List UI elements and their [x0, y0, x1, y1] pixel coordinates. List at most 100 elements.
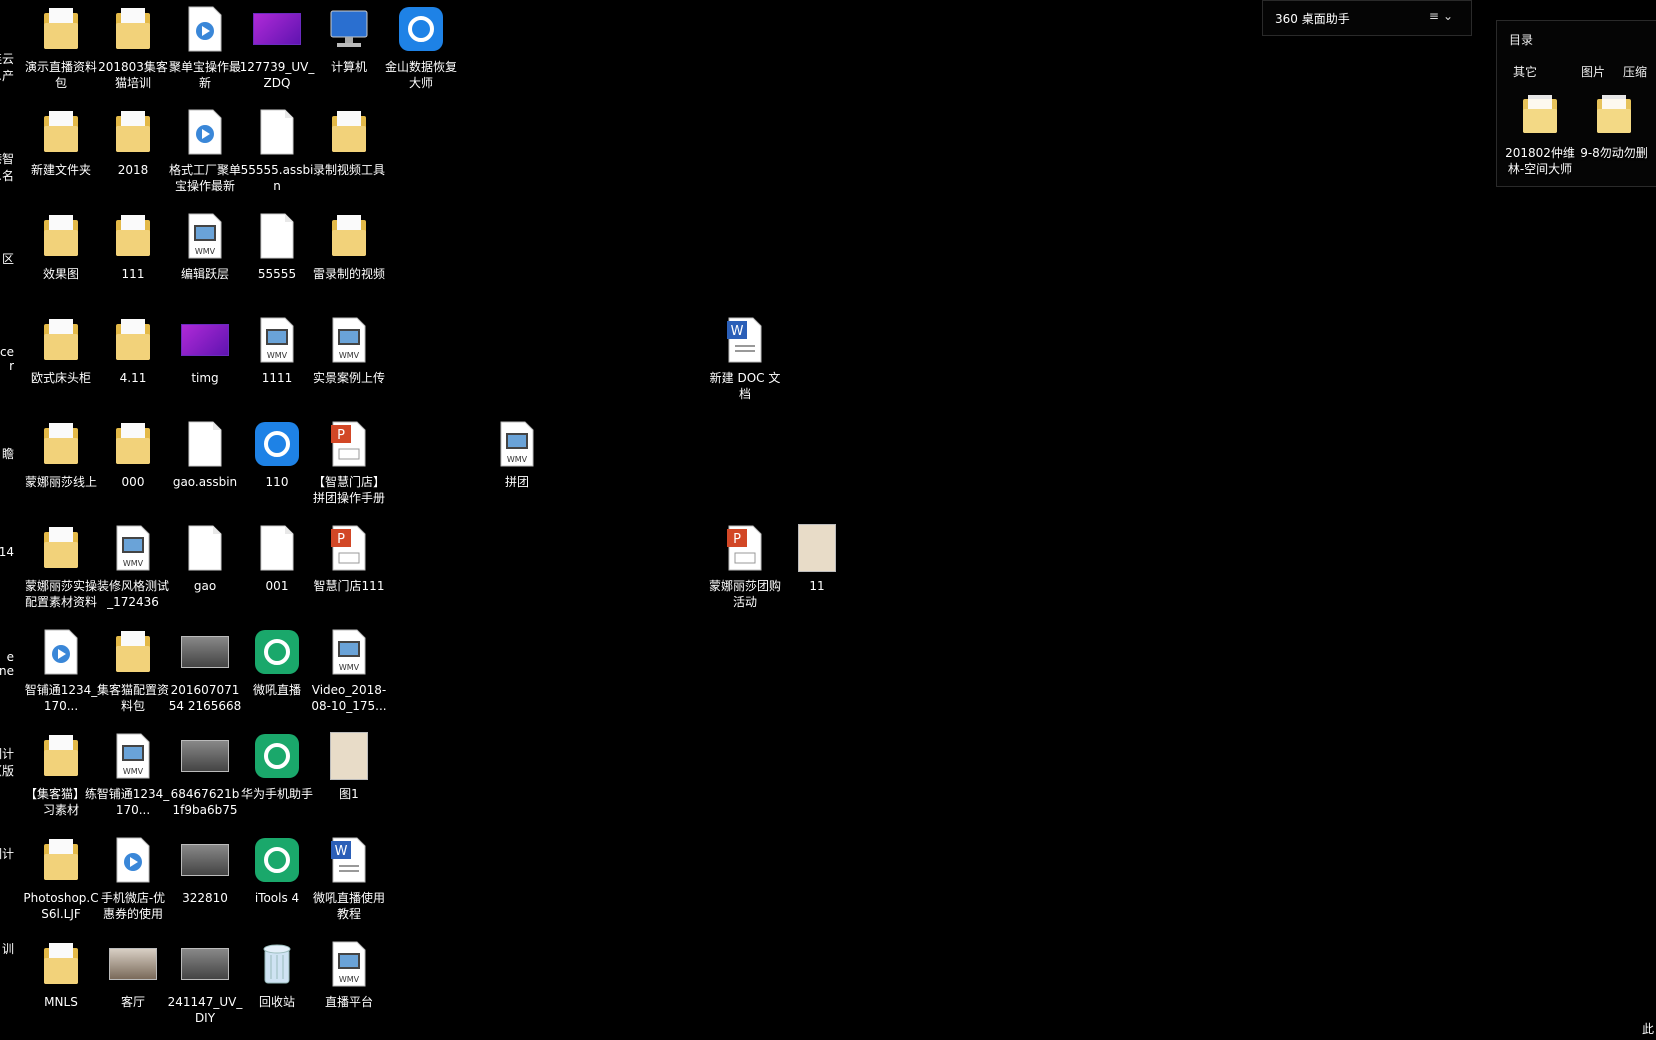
desktop-icon[interactable]: 金山数据恢复大师 [384, 5, 458, 105]
tab-other[interactable]: 其它 [1513, 63, 1537, 80]
desktop-icon[interactable]: W 新建 DOC 文档 [708, 316, 782, 416]
desktop-icon[interactable]: 蒙娜丽莎实操配置素材资料 [24, 524, 98, 624]
desktop-icon[interactable]: 雷录制的视频 [312, 212, 386, 312]
desktop-icon[interactable]: 录制视频工具 [312, 108, 386, 208]
desktop-icon-label: 新建 DOC 文档 [709, 371, 781, 401]
desktop-icon[interactable]: W 微吼直播使用教程 [312, 836, 386, 936]
directory-item[interactable]: 201802仲维林-空间大师 [1503, 91, 1577, 191]
desktop-icon[interactable]: 001 [240, 524, 314, 624]
desktop-icon-label: 55555.assbin [240, 163, 314, 193]
desktop-icon[interactable]: 演示直播资料包 [24, 5, 98, 105]
desktop-icon[interactable]: 图1 [312, 732, 386, 832]
desktop-icon[interactable]: 微吼直播 [240, 628, 314, 728]
svg-text:WMV: WMV [195, 247, 216, 256]
desktop-icon[interactable]: 【集客猫】练习素材 [24, 732, 98, 832]
desktop-icon[interactable]: 241147_UV_DIY [168, 940, 242, 1040]
desktop-icon[interactable]: 2018 [96, 108, 170, 208]
wmv-icon: WMV [109, 524, 157, 572]
desktop-icon[interactable]: 127739_UV_ZDQ [240, 5, 314, 105]
desktop-icon[interactable]: timg [168, 316, 242, 416]
desktop-icon[interactable]: P 【智慧门店】拼团操作手册 [312, 420, 386, 520]
desktop-icon[interactable]: 客厅 [96, 940, 170, 1040]
desktop-icon-label: 智慧门店111 [313, 579, 385, 593]
desktop-icon-label: 55555 [257, 267, 297, 281]
desktop-icon[interactable]: 欧式床头柜 [24, 316, 98, 416]
media-icon [181, 5, 229, 53]
desktop-icon[interactable]: gao [168, 524, 242, 624]
desktop-icon[interactable]: P 智慧门店111 [312, 524, 386, 624]
app-icon [253, 732, 301, 780]
desktop-icon-label: 聚单宝操作最新 [168, 60, 241, 90]
desktop-icon-label: 效果图 [42, 267, 79, 281]
menu-icon[interactable]: ≡⌄ [1429, 9, 1457, 23]
desktop-icon[interactable]: 聚单宝操作最新 [168, 5, 242, 105]
desktop-helper-bar[interactable]: 360 桌面助手 ≡⌄ [1262, 0, 1472, 36]
edge-icon-label: e ne [0, 650, 14, 678]
ppt-icon: P [325, 524, 373, 572]
svg-text:P: P [337, 428, 345, 443]
desktop-icon[interactable]: P 蒙娜丽莎团购活动 [708, 524, 782, 624]
desktop-icon[interactable]: 4.11 [96, 316, 170, 416]
desktop-icon[interactable]: WMV 1111 [240, 316, 314, 416]
desktop-icon[interactable]: WMV 智铺通1234_170... [96, 732, 170, 832]
desktop-icon[interactable]: 新建文件夹 [24, 108, 98, 208]
tab-images[interactable]: 图片 [1581, 63, 1605, 80]
desktop-icon[interactable]: WMV 直播平台 [312, 940, 386, 1040]
desktop-icon[interactable]: iTools 4 [240, 836, 314, 936]
desktop-icon[interactable]: 格式工厂聚单宝操作最新 [168, 108, 242, 208]
desktop-icon-label: 322810 [182, 891, 228, 905]
desktop-icon[interactable]: WMV 编辑跃层 [168, 212, 242, 312]
desktop-icon[interactable]: Photoshop.CS6l.LJF [23, 836, 99, 936]
desktop-icon[interactable]: 000 [96, 420, 170, 520]
desktop-icon[interactable]: 55555 [240, 212, 314, 312]
desktop-icon[interactable]: 回收站 [240, 940, 314, 1040]
desktop-icon[interactable]: WMV 实景案例上传 [312, 316, 386, 416]
edge-icon-label: 训 [1, 942, 14, 956]
directory-item[interactable]: 9-8勿动勿删 [1577, 91, 1651, 191]
desktop-icon[interactable]: 322810 [168, 836, 242, 936]
svg-text:P: P [337, 532, 345, 547]
desktop-icon[interactable]: 集客猫配置资料包 [96, 628, 170, 728]
image-icon [793, 524, 841, 572]
desktop-icon[interactable]: 智铺通1234_170... [24, 628, 98, 728]
folder-icon [37, 732, 85, 780]
tab-compressed[interactable]: 压缩 [1623, 63, 1647, 80]
desktop-icon-label: 演示直播资料包 [24, 60, 97, 90]
image-thumbnail [181, 740, 229, 772]
image-icon [181, 836, 229, 884]
computer-icon [325, 5, 373, 53]
desktop-icon-label: 录制视频工具 [312, 163, 385, 177]
desktop-icon[interactable]: 20160707154 21656683 [168, 628, 242, 728]
desktop-icon[interactable]: 68467621b1f9ba6b753... [168, 732, 242, 832]
desktop-icon[interactable]: WMV 装修风格测试_172436 [96, 524, 170, 624]
recycle-icon [253, 940, 301, 988]
desktop-icon-label: 001 [265, 579, 289, 593]
desktop-icon[interactable]: 计算机 [312, 5, 386, 105]
ppt-icon: P [721, 524, 769, 572]
file-icon [181, 524, 229, 572]
desktop-icon[interactable]: 201803集客猫培训 [96, 5, 170, 105]
desktop-icon-label: 【集客猫】练习素材 [24, 787, 97, 817]
desktop-icon[interactable]: 华为手机助手 [240, 732, 314, 832]
desktop-icon[interactable]: WMV 拼团 [480, 420, 554, 520]
directory-box[interactable]: 目录 其它 图片 压缩 201802仲维林-空间大师 9-8勿动勿删 [1496, 20, 1656, 187]
folder-icon [1516, 91, 1564, 139]
desktop-icon[interactable]: 蒙娜丽莎线上 [24, 420, 98, 520]
desktop-icon-label: 手机微店-优惠券的使用 [100, 891, 166, 921]
desktop-icon[interactable]: 效果图 [24, 212, 98, 312]
desktop-icon-label: 110 [265, 475, 289, 489]
folder-icon [325, 212, 373, 260]
image-icon [109, 940, 157, 988]
desktop-icon-label: MNLS [44, 995, 78, 1009]
folder-icon [37, 524, 85, 572]
desktop-icon-label: 000 [121, 475, 145, 489]
desktop-icon[interactable]: 手机微店-优惠券的使用 [96, 836, 170, 936]
desktop-icon-label: 241147_UV_DIY [167, 995, 243, 1025]
desktop-icon[interactable]: MNLS [24, 940, 98, 1040]
desktop-icon[interactable]: 111 [96, 212, 170, 312]
desktop-icon[interactable]: WMV Video_2018-08-10_175... [311, 628, 387, 728]
desktop-icon[interactable]: 11 [780, 524, 854, 624]
desktop-icon[interactable]: gao.assbin [168, 420, 242, 520]
desktop-icon[interactable]: 55555.assbin [240, 108, 314, 208]
desktop-icon[interactable]: 110 [240, 420, 314, 520]
